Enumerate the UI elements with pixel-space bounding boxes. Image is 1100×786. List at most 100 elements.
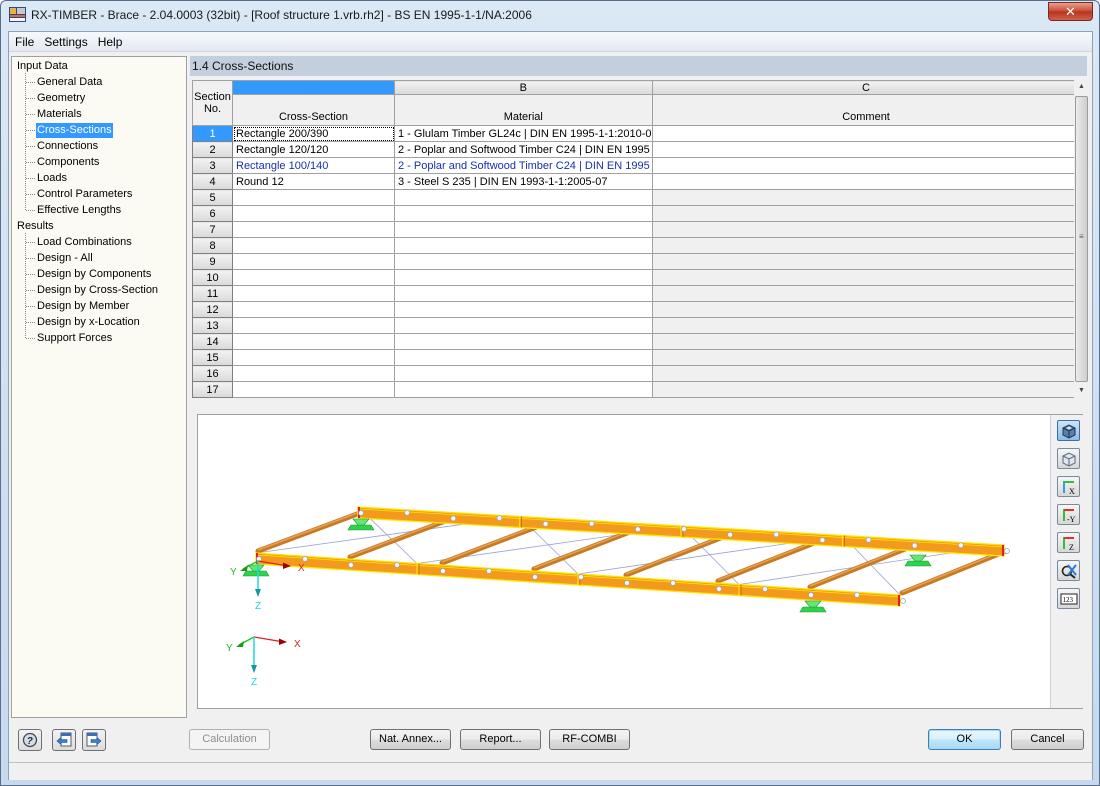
row-number[interactable]: 9 <box>192 253 233 270</box>
cross-section-cell[interactable] <box>232 317 395 334</box>
menu-file[interactable]: File <box>9 32 38 50</box>
comment-cell[interactable] <box>651 381 1081 398</box>
tree-item-load-combinations[interactable]: Load Combinations <box>36 235 133 250</box>
cross-section-cell[interactable]: Rectangle 100/140 <box>232 157 395 174</box>
row-number[interactable]: 4 <box>192 173 233 190</box>
table-row[interactable]: 16 <box>192 365 1081 382</box>
comment-cell[interactable] <box>651 365 1081 382</box>
material-cell[interactable] <box>394 205 653 222</box>
tree-item-loads[interactable]: Loads <box>36 171 68 186</box>
cross-section-cell[interactable] <box>232 253 395 270</box>
table-row[interactable]: 5 <box>192 189 1081 206</box>
comment-cell[interactable] <box>651 157 1081 174</box>
cross-section-cell[interactable] <box>232 333 395 350</box>
comment-cell[interactable] <box>651 221 1081 238</box>
row-number[interactable]: 16 <box>192 365 233 382</box>
tree-item-components[interactable]: Components <box>36 155 100 170</box>
row-number[interactable]: 3 <box>192 157 233 174</box>
view-along-z-button[interactable]: Z <box>1057 532 1080 553</box>
material-cell[interactable] <box>394 237 653 254</box>
cross-section-cell[interactable] <box>232 285 395 302</box>
cross-section-cell[interactable] <box>232 221 395 238</box>
cross-section-cell[interactable]: Rectangle 120/120 <box>232 141 395 158</box>
comment-cell[interactable] <box>651 253 1081 270</box>
table-row[interactable]: 8 <box>192 237 1081 254</box>
tree-item-effective-lengths[interactable]: Effective Lengths <box>36 203 122 218</box>
rf-combi-button[interactable]: RF-COMBI <box>549 729 630 750</box>
nat-annex-button[interactable]: Nat. Annex... <box>370 729 451 750</box>
cross-section-cell[interactable] <box>232 205 395 222</box>
table-row[interactable]: 4 Round 12 3 - Steel S 235 | DIN EN 1993-1… <box>192 173 1081 190</box>
cross-section-cell[interactable] <box>232 269 395 286</box>
material-cell[interactable] <box>394 221 653 238</box>
zoom-reset-button[interactable] <box>1057 560 1080 581</box>
scrollbar-thumb[interactable]: ≡ <box>1075 96 1088 382</box>
help-button[interactable]: ? <box>18 729 42 751</box>
comment-cell[interactable] <box>651 173 1081 190</box>
row-number[interactable]: 10 <box>192 269 233 286</box>
row-number[interactable]: 8 <box>192 237 233 254</box>
material-cell[interactable] <box>394 333 653 350</box>
row-number[interactable]: 11 <box>192 285 233 302</box>
table-row[interactable]: 3 Rectangle 100/140 2 - Poplar and Softwoo… <box>192 157 1081 174</box>
row-number[interactable]: 15 <box>192 349 233 366</box>
tree-item-design-by-components[interactable]: Design by Components <box>36 267 152 282</box>
material-cell[interactable] <box>394 189 653 206</box>
cross-section-cell[interactable] <box>232 381 395 398</box>
table-row[interactable]: 6 <box>192 205 1081 222</box>
column-letter-c[interactable]: C <box>651 80 1081 95</box>
comment-cell[interactable] <box>651 205 1081 222</box>
row-number[interactable]: 1 <box>192 125 233 142</box>
table-row[interactable]: 13 <box>192 317 1081 334</box>
tree-item-connections[interactable]: Connections <box>36 139 99 154</box>
table-row[interactable]: 14 <box>192 333 1081 350</box>
material-cell[interactable] <box>394 285 653 302</box>
material-cell[interactable]: 2 - Poplar and Softwood Timber C24 | DIN… <box>394 157 653 174</box>
comment-cell[interactable] <box>651 317 1081 334</box>
cross-section-cell[interactable]: Round 12 <box>232 173 395 190</box>
structure-model-canvas[interactable]: X Y Z X Y Z <box>198 415 1050 708</box>
view-along-x-button[interactable]: X <box>1057 476 1080 497</box>
material-cell[interactable] <box>394 381 653 398</box>
table-row[interactable]: 15 <box>192 349 1081 366</box>
row-number[interactable]: 6 <box>192 205 233 222</box>
comment-cell[interactable] <box>651 141 1081 158</box>
table-row[interactable]: 17 <box>192 381 1081 398</box>
table-row[interactable]: 11 <box>192 285 1081 302</box>
isometric-view-button[interactable] <box>1057 420 1080 441</box>
tree-item-support-forces[interactable]: Support Forces <box>36 331 113 346</box>
tree-item-cross-sections[interactable]: Cross-Sections <box>36 123 113 138</box>
comment-cell[interactable] <box>651 285 1081 302</box>
cross-section-cell[interactable] <box>232 349 395 366</box>
menu-help[interactable]: Help <box>92 32 127 50</box>
tree-item-geometry[interactable]: Geometry <box>36 91 86 106</box>
tree-item-design-by-member[interactable]: Design by Member <box>36 299 130 314</box>
material-cell[interactable] <box>394 349 653 366</box>
table-row[interactable]: 12 <box>192 301 1081 318</box>
cross-section-cell[interactable] <box>232 301 395 318</box>
table-row[interactable]: 9 <box>192 253 1081 270</box>
table-row[interactable]: 1 Rectangle 200/390 1 - Glulam Timber GL24… <box>192 125 1081 142</box>
material-cell[interactable]: 2 - Poplar and Softwood Timber C24 | DIN… <box>394 141 653 158</box>
previous-window-button[interactable] <box>52 729 76 751</box>
comment-cell[interactable] <box>651 237 1081 254</box>
next-window-button[interactable] <box>82 729 106 751</box>
tree-item-design-all[interactable]: Design - All <box>36 251 94 266</box>
row-number[interactable]: 13 <box>192 317 233 334</box>
show-values-button[interactable]: 123 <box>1057 588 1080 609</box>
menu-settings[interactable]: Settings <box>38 32 91 50</box>
close-button[interactable]: ✕ <box>1048 2 1093 21</box>
row-number[interactable]: 7 <box>192 221 233 238</box>
material-cell[interactable] <box>394 317 653 334</box>
material-cell[interactable] <box>394 301 653 318</box>
row-number[interactable]: 17 <box>192 381 233 398</box>
tree-item-general-data[interactable]: General Data <box>36 75 103 90</box>
cross-section-cell[interactable]: Rectangle 200/390 <box>232 125 395 142</box>
material-cell[interactable]: 3 - Steel S 235 | DIN EN 1993-1-1:2005-0… <box>394 173 653 190</box>
row-number[interactable]: 2 <box>192 141 233 158</box>
table-vertical-scrollbar[interactable]: ▲ ≡ ▼ <box>1074 80 1089 398</box>
calculation-button[interactable]: Calculation <box>189 729 270 750</box>
comment-cell[interactable] <box>651 189 1081 206</box>
cross-section-cell[interactable] <box>232 365 395 382</box>
tree-item-materials[interactable]: Materials <box>36 107 83 122</box>
